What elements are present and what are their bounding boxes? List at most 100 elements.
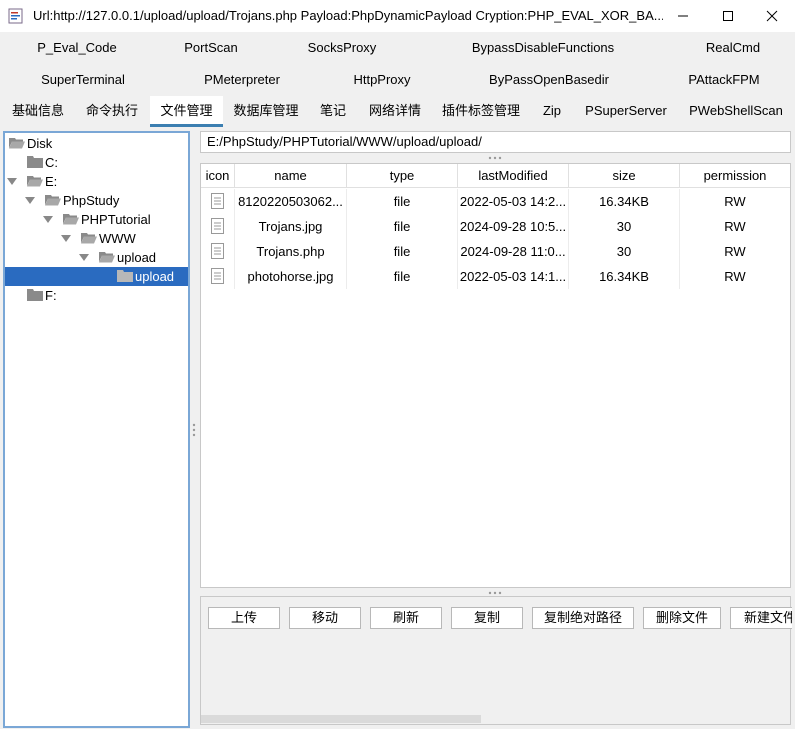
path-input[interactable]: E:/PhpStudy/PHPTutorial/WWW/upload/uploa… — [200, 131, 791, 153]
tab-network-details[interactable]: 网络详情 — [362, 96, 428, 126]
tree-node-upload-parent[interactable]: upload — [5, 248, 188, 267]
tree-label: PhpStudy — [63, 193, 120, 208]
window-title: Url:http://127.0.0.1/upload/upload/Troja… — [33, 8, 663, 23]
file-last-modified: 2024-09-28 11:0... — [458, 239, 569, 264]
delete-file-button[interactable]: 删除文件 — [643, 607, 721, 629]
vertical-splitter-grip-icon[interactable] — [192, 423, 196, 437]
horizontal-splitter-grip-icon[interactable] — [488, 591, 502, 595]
tree-node-f[interactable]: F: — [5, 286, 188, 305]
tree-label: C: — [45, 155, 58, 170]
expand-arrow-icon[interactable] — [7, 178, 17, 185]
tab-bar: 基础信息 命令执行 文件管理 数据库管理 笔记 网络详情 插件标签管理 Zip … — [0, 96, 795, 128]
column-header-size[interactable]: size — [569, 164, 680, 188]
tree-node-disk[interactable]: Disk — [5, 134, 188, 153]
maximize-button[interactable] — [705, 0, 751, 32]
plugin-pattackfpm[interactable]: PAttackFPM — [688, 72, 759, 87]
minimize-icon — [678, 15, 688, 17]
expand-arrow-icon[interactable] — [43, 216, 53, 223]
file-icon — [211, 218, 224, 234]
folder-open-icon — [81, 233, 97, 244]
table-row[interactable]: 8120220503062... file 2022-05-03 14:2...… — [201, 189, 790, 214]
tab-basic-info[interactable]: 基础信息 — [4, 96, 72, 126]
file-permission: RW — [724, 269, 746, 284]
file-name: photohorse.jpg — [235, 264, 347, 289]
column-header-type[interactable]: type — [347, 164, 458, 188]
tree-node-e[interactable]: E: — [5, 172, 188, 191]
tab-database-manager[interactable]: 数据库管理 — [228, 96, 304, 126]
tab-notes[interactable]: 笔记 — [313, 96, 353, 126]
plugin-httpproxy[interactable]: HttpProxy — [353, 72, 410, 87]
file-permission: RW — [724, 219, 746, 234]
plugin-bypass-open-basedir[interactable]: ByPassOpenBasedir — [489, 72, 609, 87]
tree-node-upload-selected[interactable]: upload — [5, 267, 188, 286]
copy-absolute-path-button[interactable]: 复制绝对路径 — [532, 607, 634, 629]
expand-arrow-icon[interactable] — [25, 197, 35, 204]
file-size: 16.34KB — [569, 264, 680, 289]
column-header-icon[interactable]: icon — [201, 164, 235, 188]
table-row[interactable]: Trojans.php file 2024-09-28 11:0... 30 R… — [201, 239, 790, 264]
tab-command-exec[interactable]: 命令执行 — [78, 96, 146, 126]
column-header-last-modified[interactable]: lastModified — [458, 164, 569, 188]
tab-file-manager[interactable]: 文件管理 — [150, 96, 223, 127]
file-name: Trojans.php — [235, 239, 347, 264]
tree-label: PHPTutorial — [81, 212, 151, 227]
folder-icon — [27, 289, 43, 301]
table-row[interactable]: Trojans.jpg file 2024-09-28 10:5... 30 R… — [201, 214, 790, 239]
table-row[interactable]: photohorse.jpg file 2022-05-03 14:1... 1… — [201, 264, 790, 289]
close-icon — [766, 10, 778, 22]
app-icon — [8, 8, 23, 24]
plugin-p-eval-code[interactable]: P_Eval_Code — [37, 40, 117, 55]
column-header-permission[interactable]: permission — [680, 164, 790, 188]
tab-pwebshellscan[interactable]: PWebShellScan — [683, 96, 789, 126]
horizontal-splitter-grip-icon[interactable] — [488, 156, 502, 160]
folder-icon — [117, 270, 133, 282]
plugin-pmeterpreter[interactable]: PMeterpreter — [204, 72, 280, 87]
file-permission: RW — [724, 244, 746, 259]
file-manager-panel: Disk C: E: PhpStudy PHPTutorial WWW uplo… — [0, 128, 795, 729]
tree-label: F: — [45, 288, 57, 303]
expand-arrow-icon[interactable] — [61, 235, 71, 242]
file-actions-panel: 上传 移动 刷新 复制 复制绝对路径 删除文件 新建文件 — [200, 596, 792, 725]
plugin-bypass-disable-functions[interactable]: BypassDisableFunctions — [472, 40, 614, 55]
refresh-button[interactable]: 刷新 — [370, 607, 442, 629]
tree-node-phpstudy[interactable]: PhpStudy — [5, 191, 188, 210]
copy-button[interactable]: 复制 — [451, 607, 523, 629]
plugin-socksproxy[interactable]: SocksProxy — [308, 40, 377, 55]
tree-node-c[interactable]: C: — [5, 153, 188, 172]
file-icon — [211, 268, 224, 284]
directory-tree[interactable]: Disk C: E: PhpStudy PHPTutorial WWW uplo… — [3, 131, 190, 728]
file-icon-cell — [201, 264, 235, 289]
tab-psuperserver[interactable]: PSuperServer — [579, 96, 673, 126]
expand-arrow-icon[interactable] — [79, 254, 89, 261]
file-last-modified: 2022-05-03 14:1... — [458, 264, 569, 289]
file-table[interactable]: icon name type lastModified size permiss… — [200, 163, 791, 588]
file-type: file — [347, 189, 458, 214]
plugin-realcmd[interactable]: RealCmd — [706, 40, 760, 55]
maximize-icon — [723, 11, 733, 21]
tree-node-phptutorial[interactable]: PHPTutorial — [5, 210, 188, 229]
file-size: 30 — [569, 214, 680, 239]
folder-open-icon — [99, 252, 115, 263]
tree-label: upload — [135, 269, 175, 284]
close-button[interactable] — [749, 0, 795, 32]
tab-plugin-tag-manager[interactable]: 插件标签管理 — [437, 96, 525, 126]
scrollbar-thumb[interactable] — [201, 715, 481, 723]
horizontal-scrollbar[interactable] — [201, 714, 790, 724]
plugin-superterminal[interactable]: SuperTerminal — [41, 72, 125, 87]
folder-icon — [27, 156, 43, 168]
upload-button[interactable]: 上传 — [208, 607, 280, 629]
tab-zip[interactable]: Zip — [535, 96, 569, 126]
file-icon-cell — [201, 239, 235, 264]
file-type: file — [347, 239, 458, 264]
plugin-portscan[interactable]: PortScan — [184, 40, 237, 55]
file-name: Trojans.jpg — [235, 214, 347, 239]
minimize-button[interactable] — [660, 0, 706, 32]
tree-node-www[interactable]: WWW — [5, 229, 188, 248]
file-permission: RW — [724, 194, 746, 209]
new-file-button[interactable]: 新建文件 — [730, 607, 792, 629]
tree-label: Disk — [27, 136, 53, 151]
folder-open-icon — [27, 176, 43, 187]
column-header-name[interactable]: name — [235, 164, 347, 188]
move-button[interactable]: 移动 — [289, 607, 361, 629]
file-size: 16.34KB — [569, 189, 680, 214]
